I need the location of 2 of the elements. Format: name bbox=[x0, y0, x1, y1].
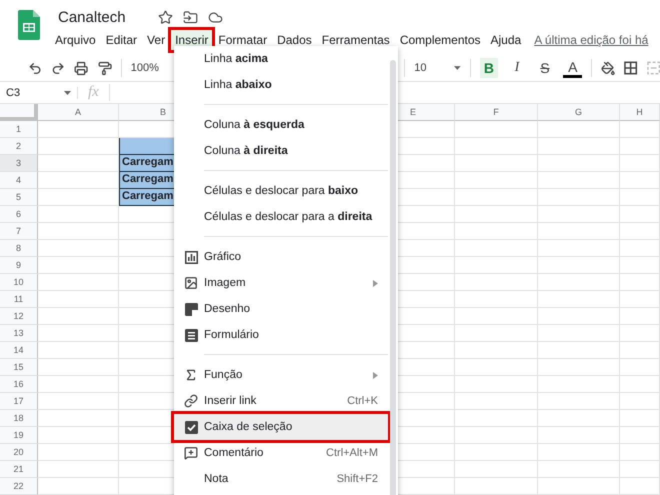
cell-reference: C3 bbox=[6, 86, 20, 98]
fx-label: fx bbox=[78, 84, 110, 101]
